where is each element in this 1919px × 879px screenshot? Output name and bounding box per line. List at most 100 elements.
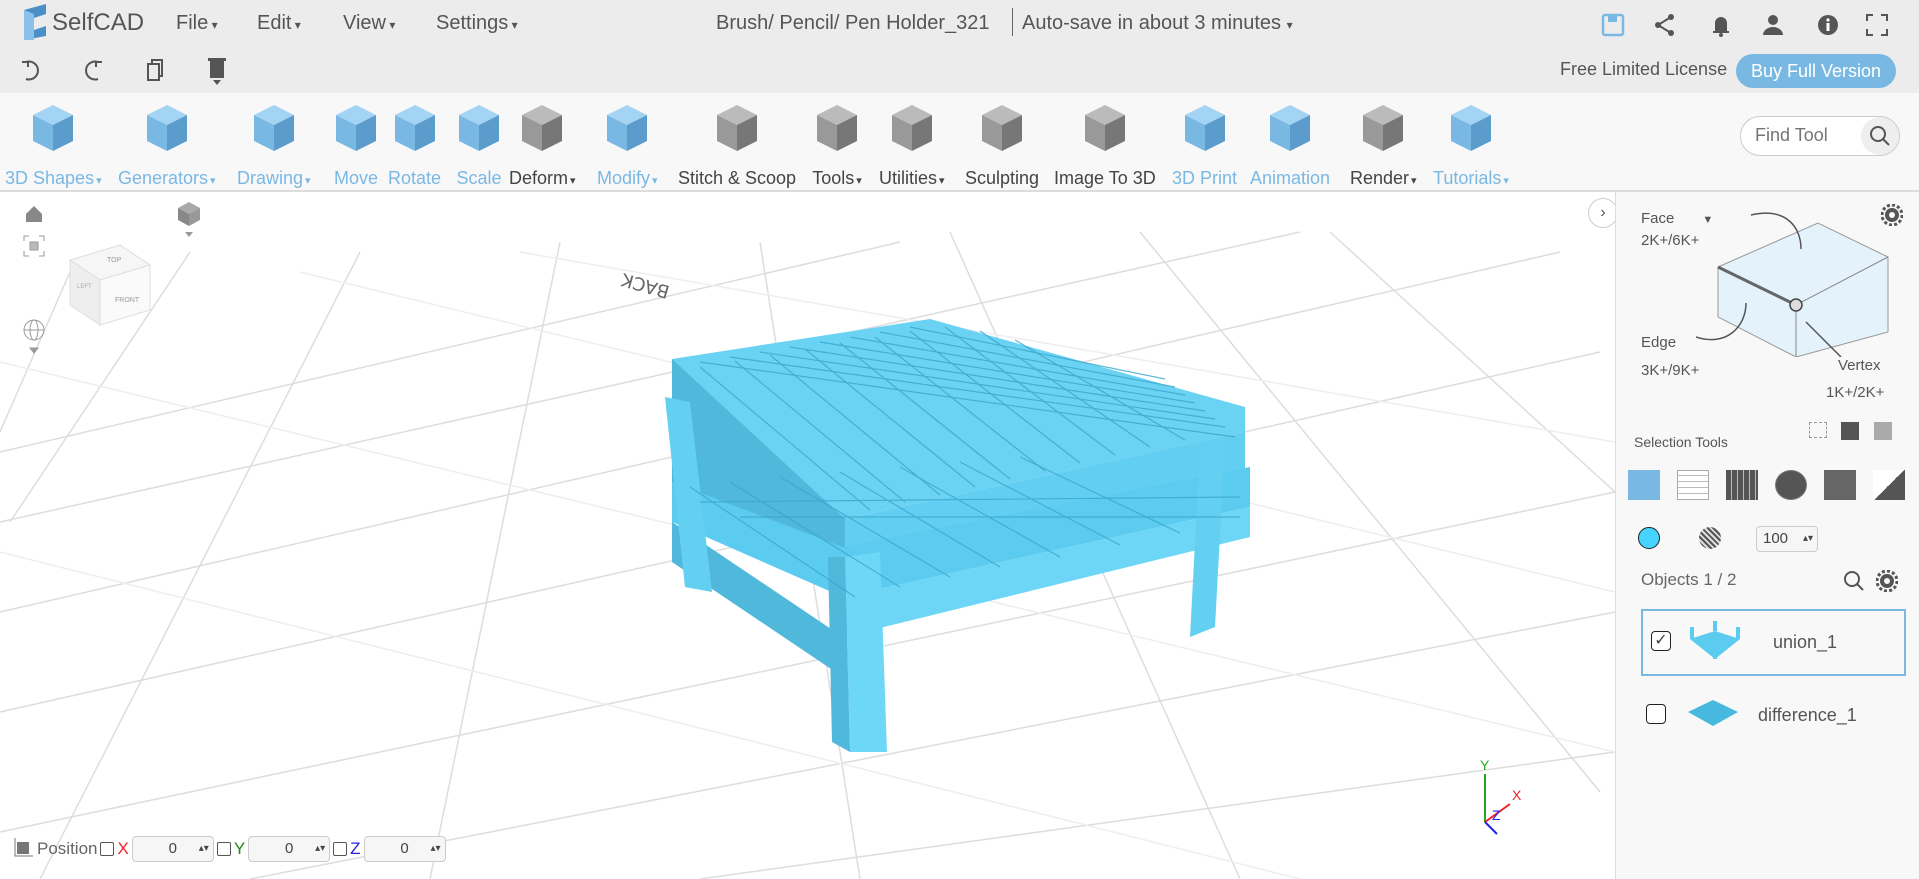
top-bar: SelfCAD File Edit View Settings Brush/ P…: [0, 0, 1919, 46]
view-cube-toggle-icon[interactable]: [176, 200, 202, 245]
document-title[interactable]: Brush/ Pencil/ Pen Holder_321: [716, 12, 990, 35]
lock-x-checkbox[interactable]: [100, 842, 115, 856]
position-bar: Position X 0 ▴▾ Y 0 ▴▾ Z 0 ▴▾: [14, 836, 446, 862]
menu-file[interactable]: File: [176, 12, 218, 35]
drawing-icon: [253, 105, 294, 151]
vertex-label[interactable]: Vertex: [1838, 357, 1881, 374]
tool-generators[interactable]: Generators: [118, 101, 216, 189]
tool-label: Animation: [1250, 168, 1331, 188]
position-x-input[interactable]: 0 ▴▾: [131, 836, 214, 862]
bell-icon[interactable]: [1708, 13, 1734, 37]
chevron-right-icon: ›: [1600, 204, 1606, 221]
menu-settings[interactable]: Settings: [436, 12, 518, 35]
tool-deform[interactable]: Deform: [509, 101, 576, 189]
vertex-count: 1K+/2K+: [1826, 384, 1885, 401]
collapse-panel-button[interactable]: ›: [1588, 198, 1615, 228]
scale-icon: [459, 105, 499, 151]
selection-tools-label: Selection Tools: [1634, 434, 1728, 450]
model-union-1[interactable]: [665, 319, 1250, 752]
tool-tutorials[interactable]: Tutorials: [1433, 101, 1509, 189]
tool-move[interactable]: Move: [330, 101, 382, 189]
tool-render[interactable]: Render: [1350, 101, 1417, 189]
tool-utilities[interactable]: Utilities: [879, 101, 945, 189]
info-icon[interactable]: [1815, 13, 1841, 35]
color-picker[interactable]: [1638, 527, 1660, 549]
fit-view-icon[interactable]: [22, 234, 46, 263]
3d-print-icon: [1184, 105, 1225, 151]
find-tool-search[interactable]: [1740, 116, 1900, 156]
face-label: Face: [1641, 210, 1675, 227]
select-faces-icon[interactable]: [1726, 470, 1758, 500]
tool-label: Scale: [456, 168, 502, 188]
position-y-input[interactable]: 0 ▴▾: [248, 836, 331, 862]
object-item-union-1[interactable]: ✓ union_1: [1641, 609, 1906, 676]
tool-rotate[interactable]: Rotate: [388, 101, 441, 189]
edge-label[interactable]: Edge: [1641, 334, 1676, 351]
tool-label: 3D Print: [1172, 168, 1238, 188]
divider: [1012, 8, 1013, 36]
tool-label: 3D Shapes: [5, 168, 102, 189]
lock-z-checkbox[interactable]: [333, 842, 348, 856]
opacity-value: 100: [1763, 530, 1789, 547]
object-checkbox-checked[interactable]: ✓: [1651, 631, 1671, 651]
material-icon[interactable]: [1699, 527, 1721, 549]
position-z-input[interactable]: 0 ▴▾: [363, 836, 446, 862]
animation-icon: [1270, 105, 1311, 151]
tool-scale[interactable]: Scale: [453, 101, 505, 189]
3d-viewport[interactable]: BACK Y X Z TOP FRONT LEFT › Position X 0…: [0, 192, 1615, 879]
tool-animation[interactable]: Animation: [1250, 101, 1330, 189]
select-plane-icon[interactable]: [1873, 470, 1905, 500]
lock-y-checkbox[interactable]: [216, 842, 231, 856]
tool-3d-print[interactable]: 3D Print: [1172, 101, 1237, 189]
edit-toolbar: Free Limited License Buy Full Version: [0, 46, 1919, 93]
copy-icon[interactable]: [142, 58, 168, 81]
tool-label: Deform: [509, 168, 576, 189]
object-search-icon[interactable]: [1843, 570, 1865, 597]
view-cube[interactable]: TOP FRONT LEFT: [65, 230, 155, 335]
position-x-value: 0: [168, 840, 177, 857]
object-item-difference-1[interactable]: difference_1: [1641, 684, 1906, 744]
utilities-icon: [891, 105, 932, 151]
tool-image-to-3d[interactable]: Image To 3D: [1054, 101, 1156, 189]
generators-icon: [146, 105, 187, 151]
save-icon[interactable]: [1600, 13, 1626, 37]
tool-modify[interactable]: Modify: [597, 101, 658, 189]
right-panel: Face ▼ 2K+/6K+ Edge 3K+/9K+ Vertex 1K+/2K…: [1615, 192, 1919, 879]
object-settings-gear-icon[interactable]: [1875, 569, 1899, 597]
tool-drawing[interactable]: Drawing: [237, 101, 311, 189]
tool-sculpting[interactable]: Sculpting: [965, 101, 1039, 189]
autosave-dropdown[interactable]: Auto-save in about 3 minutes ▾: [1022, 12, 1293, 35]
menu-view[interactable]: View: [343, 12, 395, 35]
select-object-icon[interactable]: [1628, 470, 1660, 500]
share-icon[interactable]: [1652, 13, 1678, 36]
search-icon[interactable]: [1861, 117, 1899, 155]
cube-front-label: FRONT: [115, 297, 140, 304]
buy-full-version-button[interactable]: Buy Full Version: [1736, 54, 1896, 88]
box-select-icon[interactable]: [1809, 422, 1827, 438]
find-tool-input[interactable]: [1755, 125, 1855, 146]
opacity-input[interactable]: 100 ▴▾: [1756, 526, 1818, 552]
cube-top-label: TOP: [107, 257, 122, 264]
delete-icon[interactable]: [204, 56, 230, 85]
fullscreen-icon[interactable]: [1864, 13, 1890, 36]
select-half-icon[interactable]: [1824, 470, 1856, 500]
tool-label: Tools: [811, 168, 863, 189]
orbit-icon[interactable]: [22, 318, 46, 363]
tool-tools[interactable]: Tools: [811, 101, 863, 189]
menu-edit[interactable]: Edit: [257, 12, 301, 35]
select-faces-wireframe-icon[interactable]: [1677, 470, 1709, 500]
tool-3d-shapes[interactable]: 3D Shapes: [5, 101, 102, 189]
user-icon[interactable]: [1760, 13, 1786, 35]
scene[interactable]: BACK Y X Z: [0, 192, 1615, 879]
position-label: Position: [37, 839, 98, 858]
home-view-icon[interactable]: [24, 204, 44, 229]
tool-stitch-scoop[interactable]: Stitch & Scoop: [678, 101, 796, 189]
axis-x-label: X: [1512, 787, 1522, 803]
tool-label: Rotate: [388, 168, 442, 188]
object-checkbox[interactable]: [1646, 704, 1666, 724]
select-through-icon[interactable]: [1841, 422, 1859, 440]
undo-icon[interactable]: [18, 58, 44, 81]
select-visible-icon[interactable]: [1874, 422, 1892, 440]
select-solid-icon[interactable]: [1775, 470, 1807, 500]
redo-icon[interactable]: [80, 58, 106, 81]
